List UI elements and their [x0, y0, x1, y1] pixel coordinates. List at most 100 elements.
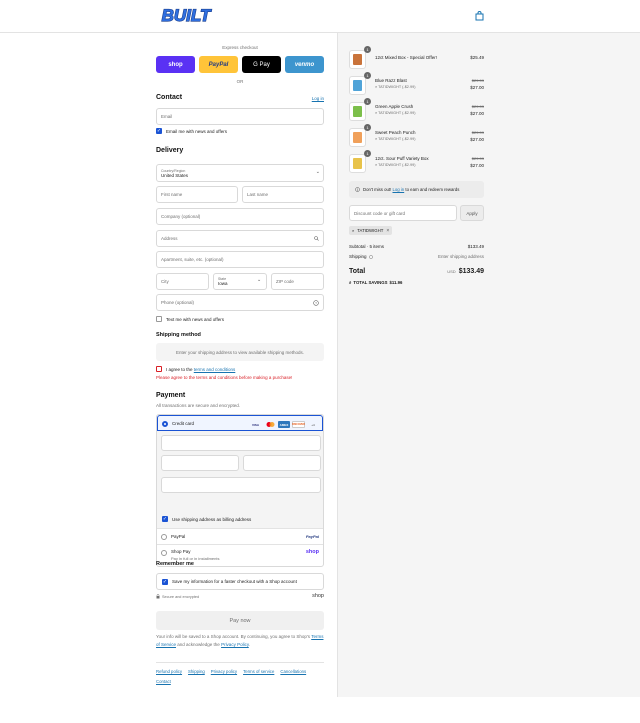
item-discount-text: TATIDWIGHT (-$2.99) [378, 111, 416, 115]
email-field[interactable]: Email [156, 108, 324, 125]
shipping-method-heading: Shipping method [156, 332, 201, 338]
payment-methods: Credit card VISA AMEX DISCOVER +4 ✓ Use … [156, 414, 324, 567]
item-discount-text: TATIDWIGHT (-$2.99) [378, 85, 416, 89]
text-news-checkbox[interactable] [156, 316, 162, 322]
company-field[interactable]: Company (optional) [156, 208, 324, 225]
search-icon [314, 236, 319, 241]
terms-label: I agree to the terms and conditions [166, 367, 235, 372]
apartment-field[interactable]: Apartment, suite, etc. (optional) [156, 251, 324, 268]
built-logo[interactable]: BUILT [156, 6, 216, 25]
privacy-policy-link[interactable]: Privacy Policy [221, 642, 249, 647]
city-field[interactable]: City [156, 273, 209, 290]
text-news-row[interactable]: Text me with news and offers [156, 316, 224, 322]
payment-heading: Payment [156, 392, 186, 399]
visa-icon: VISA [251, 422, 259, 427]
discount-code-field[interactable]: Discount code or gift card [349, 205, 457, 221]
last-name-field[interactable]: Last name [242, 186, 324, 203]
login-link[interactable]: Log in [312, 96, 324, 101]
item-discount: ⌕ TATIDWIGHT (-$2.99) [375, 111, 416, 115]
card-cvv-field[interactable] [243, 455, 321, 471]
subtotal-label: Subtotal · 5 items [349, 244, 385, 249]
cancellations-link[interactable]: Cancellations [280, 669, 306, 674]
close-icon[interactable]: × [386, 228, 389, 234]
credit-card-option[interactable]: Credit card VISA AMEX DISCOVER +4 [157, 415, 323, 431]
contact-link[interactable]: Contact [156, 679, 171, 684]
line-item: 1 12ct. Sour Puff Variety Box ⌕ TATIDWIG… [349, 150, 484, 174]
apply-button[interactable]: Apply [460, 205, 484, 221]
discount-chip-code: TATIDWIGHT [357, 228, 384, 233]
item-old-price: $29.99 [471, 104, 484, 109]
footer-divider [156, 662, 324, 663]
email-news-label: Email me with news and offers [166, 128, 227, 134]
chevron-down-icon: ⌄ [257, 277, 262, 283]
item-discount: ⌕ TATIDWIGHT (-$2.99) [375, 85, 416, 89]
help-icon[interactable] [368, 254, 373, 259]
item-discount-text: TATIDWIGHT (-$2.99) [378, 163, 416, 167]
card-expiry-field[interactable] [161, 455, 239, 471]
shop-logo-small: shop [312, 593, 324, 599]
first-name-field[interactable]: First name [156, 186, 238, 203]
shop-pay-radio[interactable] [161, 550, 167, 556]
legal-end: . [248, 642, 251, 647]
terms-row[interactable]: I agree to the terms and conditions [156, 366, 235, 372]
email-news-row[interactable]: ✓ Email me with news and offers [156, 128, 227, 134]
item-old-price: $29.99 [471, 130, 484, 135]
quantity-badge: 1 [364, 98, 371, 105]
legal-text: Your info will be saved to a Shop accoun… [156, 633, 324, 649]
billing-checkbox[interactable]: ✓ [162, 516, 168, 522]
shopping-bag-icon[interactable] [475, 11, 484, 21]
shipping-link[interactable]: Shipping [188, 669, 205, 674]
product-image [349, 128, 366, 147]
rewards-login-link[interactable]: Log in [392, 187, 404, 192]
paypal-button[interactable]: PayPal [199, 56, 238, 73]
credit-card-radio[interactable] [162, 421, 168, 427]
remember-heading: Remember me [156, 561, 194, 567]
rewards-text: Don't miss out! Log in to earn and redee… [363, 187, 459, 192]
total-value: $133.49 [458, 268, 484, 275]
zip-field[interactable]: ZIP code [271, 273, 324, 290]
terms-link[interactable]: terms and conditions [194, 367, 236, 372]
paypal-option[interactable]: PayPal PayPal [157, 529, 323, 545]
help-icon[interactable]: ? [313, 300, 319, 306]
remember-checkbox[interactable]: ✓ [162, 578, 168, 585]
line-item: 1 Blue Razz Blast ⌕ TATIDWIGHT (-$2.99) … [349, 72, 484, 96]
state-value: Iowa [218, 281, 228, 286]
svg-text:BUILT: BUILT [162, 6, 212, 25]
payment-subtitle: All transactions are secure and encrypte… [156, 403, 241, 408]
country-select[interactable]: Country/Region United States [156, 164, 324, 182]
pay-now-button[interactable]: Pay now [156, 611, 324, 630]
discover-icon: DISCOVER [291, 421, 306, 428]
credit-card-label: Credit card [172, 421, 195, 426]
shop-pay-button[interactable]: shop [156, 56, 195, 73]
paypal-radio[interactable] [161, 534, 167, 540]
delivery-heading: Delivery [156, 147, 184, 154]
quantity-badge: 1 [364, 72, 371, 79]
shop-pay-label: Shop Pay [171, 549, 191, 554]
subtotal-value: $133.49 [467, 244, 484, 249]
amex-icon: AMEX [278, 421, 290, 428]
phone-field[interactable]: Phone (optional) [156, 294, 324, 311]
footer-links: Refund policy Shipping Privacy policy Te… [156, 669, 324, 684]
email-news-checkbox[interactable]: ✓ [156, 128, 162, 134]
savings-label: TOTAL SAVINGS [353, 280, 388, 285]
express-checkout-title: Express checkout [222, 45, 258, 50]
address-field[interactable]: Address [156, 230, 324, 247]
google-pay-button[interactable]: G Pay [242, 56, 281, 73]
product-image [349, 76, 366, 95]
privacy-policy-footer-link[interactable]: Privacy policy [211, 669, 237, 674]
card-number-field[interactable] [161, 435, 321, 451]
billing-row[interactable]: ✓ Use shipping address as billing addres… [162, 516, 251, 522]
terms-checkbox[interactable] [156, 366, 162, 372]
venmo-button[interactable]: venmo [285, 56, 324, 73]
refund-policy-link[interactable]: Refund policy [156, 669, 182, 674]
item-title: Sweet Peach Punch [375, 130, 416, 135]
total-label: Total [349, 268, 366, 275]
product-image [349, 154, 366, 173]
terms-of-service-link[interactable]: Terms of service [243, 669, 274, 674]
paypal-logo: PayPal [305, 534, 319, 539]
item-price: $27.00 [470, 85, 484, 90]
remember-row[interactable]: ✓ Save my information for a faster check… [156, 573, 324, 590]
shop-logo: shop [305, 549, 319, 555]
card-name-field[interactable] [161, 477, 321, 493]
discount-chip: ⌕ TATIDWIGHT × [349, 226, 393, 235]
